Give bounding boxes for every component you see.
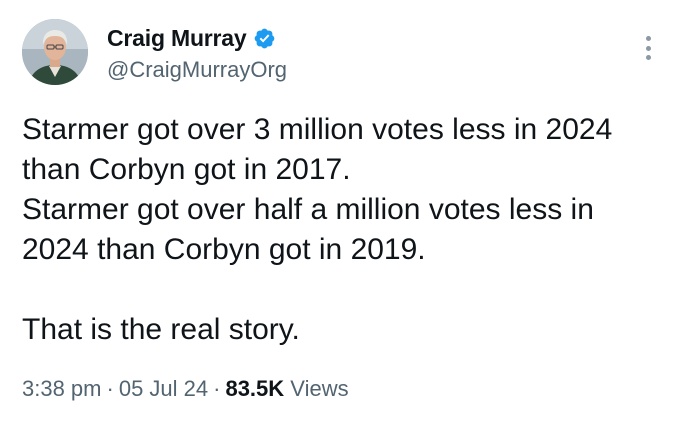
more-vertical-icon[interactable] [644, 36, 652, 60]
tweet-line: Starmer got over 3 million votes less in… [22, 113, 613, 146]
tweet-meta: 3:38 pm · 05 Jul 24 · 83.5K Views [22, 376, 349, 402]
more-dot-icon [645, 45, 651, 51]
more-dot-icon [645, 55, 651, 60]
views-label[interactable]: Views [290, 376, 348, 401]
tweet-text: Starmer got over 3 million votes less in… [22, 110, 662, 350]
verified-badge-icon[interactable] [253, 27, 276, 50]
tweet-line: than Corbyn got in 2017. [22, 153, 351, 186]
tweet-time[interactable]: 3:38 pm [22, 376, 102, 401]
tweet-line: 2024 than Corbyn got in 2019. [22, 233, 426, 266]
views-count[interactable]: 83.5K [225, 376, 284, 401]
author-name-row: Craig Murray [107, 25, 276, 52]
meta-separator: · [106, 376, 114, 401]
author-handle[interactable]: @CraigMurrayOrg [107, 57, 287, 83]
more-dot-icon [645, 36, 651, 41]
tweet-date[interactable]: 05 Jul 24 [119, 376, 208, 401]
profile-photo-icon [22, 19, 88, 85]
author-display-name[interactable]: Craig Murray [107, 25, 247, 52]
tweet-line: Starmer got over half a million votes le… [22, 193, 594, 226]
tweet-card: Craig Murray @CraigMurrayOrg Starmer got… [0, 0, 680, 425]
meta-separator: · [213, 376, 221, 401]
tweet-line: That is the real story. [22, 313, 300, 346]
avatar[interactable] [22, 19, 88, 85]
